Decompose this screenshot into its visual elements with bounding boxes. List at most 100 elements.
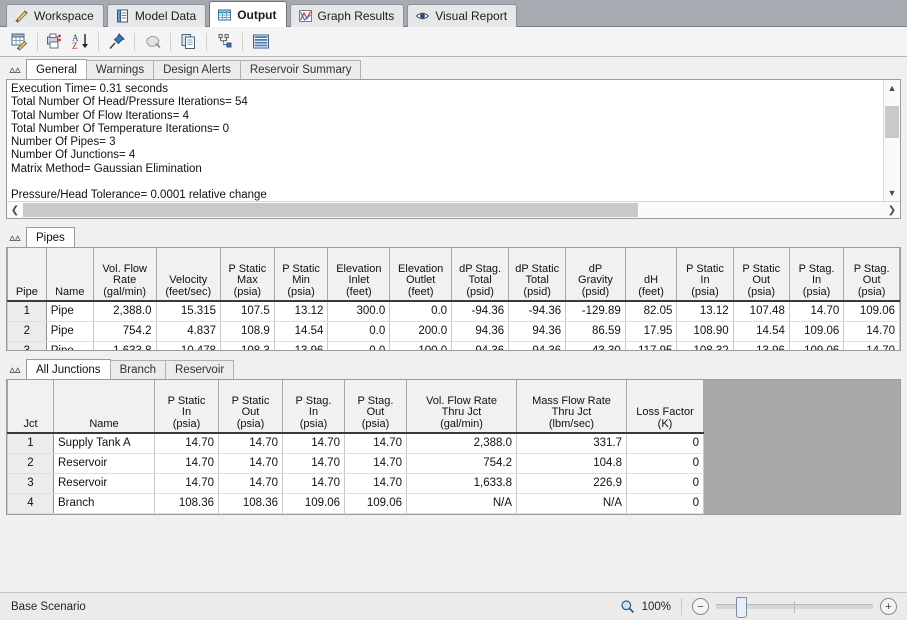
table-cell[interactable]: 94.36 bbox=[452, 322, 509, 342]
pipes-col-header[interactable]: dP Stag.Total(psid) bbox=[452, 248, 509, 301]
table-cell[interactable]: 14.54 bbox=[733, 322, 789, 342]
pipes-col-header[interactable]: P StaticMin(psia) bbox=[274, 248, 328, 301]
table-cell[interactable]: 43.30 bbox=[566, 342, 626, 352]
pipes-table[interactable]: PipeNameVol. FlowRate(gal/min)Velocity(f… bbox=[7, 248, 900, 351]
table-cell[interactable]: 109.06 bbox=[283, 494, 345, 514]
tab-output[interactable]: Output bbox=[209, 1, 286, 27]
panel-tab-pipes[interactable]: Pipes bbox=[26, 227, 75, 247]
table-cell[interactable]: 1,633.8 bbox=[93, 342, 156, 352]
panel-tab-reservoir[interactable]: Reservoir bbox=[165, 360, 234, 379]
scroll-thumb[interactable] bbox=[23, 203, 638, 217]
table-cell[interactable]: 109.06 bbox=[789, 342, 843, 352]
table-cell[interactable]: 10.478 bbox=[156, 342, 221, 352]
pipes-col-header[interactable]: Name bbox=[46, 248, 93, 301]
scroll-left-icon[interactable]: ❮ bbox=[7, 205, 23, 216]
sort-az-icon[interactable]: AZ bbox=[68, 30, 93, 54]
table-cell[interactable]: Branch bbox=[54, 494, 155, 514]
edit-table-icon[interactable] bbox=[7, 30, 32, 54]
table-cell[interactable]: 108.3 bbox=[221, 342, 275, 352]
table-cell[interactable]: 14.70 bbox=[219, 474, 283, 494]
general-vertical-scrollbar[interactable]: ▲ ▼ bbox=[883, 80, 900, 201]
scroll-down-icon[interactable]: ▼ bbox=[884, 185, 900, 201]
table-cell[interactable]: N/A bbox=[407, 494, 517, 514]
junctions-table-container[interactable]: JctNameP StaticIn(psia)P StaticOut(psia)… bbox=[6, 379, 901, 515]
table-cell[interactable]: 14.70 bbox=[844, 342, 900, 352]
panel-tab-all-junctions[interactable]: All Junctions bbox=[26, 359, 111, 379]
table-cell[interactable]: 94.36 bbox=[509, 322, 566, 342]
report-lines-icon[interactable] bbox=[248, 30, 273, 54]
table-cell[interactable]: 14.70 bbox=[844, 322, 900, 342]
table-cell[interactable]: 108.36 bbox=[155, 494, 219, 514]
scroll-track[interactable] bbox=[884, 96, 900, 185]
table-cell[interactable]: 0.0 bbox=[328, 342, 390, 352]
magnifier-icon[interactable] bbox=[620, 599, 635, 614]
table-cell[interactable]: 2,388.0 bbox=[407, 433, 517, 454]
table-cell[interactable]: 17.95 bbox=[625, 322, 677, 342]
table-cell[interactable]: 86.59 bbox=[566, 322, 626, 342]
table-row[interactable]: 2Reservoir14.7014.7014.7014.70754.2104.8… bbox=[8, 454, 704, 474]
pipes-col-header[interactable]: P Stag.In(psia) bbox=[789, 248, 843, 301]
table-cell[interactable]: 0 bbox=[627, 433, 704, 454]
scroll-right-icon[interactable]: ❯ bbox=[884, 205, 900, 216]
table-row[interactable]: 3Reservoir14.7014.7014.7014.701,633.8226… bbox=[8, 474, 704, 494]
table-cell[interactable]: 107.48 bbox=[733, 301, 789, 322]
table-cell[interactable]: 14.70 bbox=[345, 433, 407, 454]
pipes-col-header[interactable]: P StaticMax(psia) bbox=[221, 248, 275, 301]
table-cell[interactable]: 0 bbox=[627, 454, 704, 474]
table-cell[interactable]: -94.36 bbox=[452, 301, 509, 322]
tab-workspace[interactable]: Workspace bbox=[6, 4, 104, 27]
table-cell[interactable]: 108.36 bbox=[219, 494, 283, 514]
table-cell[interactable]: 14.70 bbox=[345, 474, 407, 494]
table-cell[interactable]: 109.06 bbox=[345, 494, 407, 514]
row-index[interactable]: 1 bbox=[8, 301, 47, 322]
pipes-col-header[interactable]: P StaticIn(psia) bbox=[677, 248, 733, 301]
panel-tab-general[interactable]: General bbox=[26, 59, 87, 79]
table-cell[interactable]: 15.315 bbox=[156, 301, 221, 322]
table-cell[interactable]: 14.70 bbox=[283, 474, 345, 494]
transfer-results-icon[interactable] bbox=[140, 30, 165, 54]
table-cell[interactable]: 14.70 bbox=[345, 454, 407, 474]
table-cell[interactable]: 109.06 bbox=[844, 301, 900, 322]
zoom-slider[interactable] bbox=[716, 604, 873, 609]
pipes-col-header[interactable]: dH(feet) bbox=[625, 248, 677, 301]
pin-icon[interactable] bbox=[104, 30, 129, 54]
pipes-col-header[interactable]: Pipe bbox=[8, 248, 47, 301]
pipes-col-header[interactable]: Vol. FlowRate(gal/min) bbox=[93, 248, 156, 301]
zoom-in-button[interactable]: + bbox=[880, 598, 897, 615]
pipes-col-header[interactable]: P StaticOut(psia) bbox=[733, 248, 789, 301]
table-cell[interactable]: 0.0 bbox=[328, 322, 390, 342]
table-cell[interactable]: -94.36 bbox=[509, 301, 566, 322]
panel-tab-reservoir-summary[interactable]: Reservoir Summary bbox=[240, 60, 362, 79]
tab-graph-results[interactable]: Graph Results bbox=[290, 4, 405, 27]
table-cell[interactable]: 94.36 bbox=[452, 342, 509, 352]
row-index[interactable]: 2 bbox=[8, 454, 54, 474]
table-cell[interactable]: 14.70 bbox=[155, 474, 219, 494]
table-cell[interactable]: 1,633.8 bbox=[407, 474, 517, 494]
table-row[interactable]: 2Pipe754.24.837108.914.540.0200.094.3694… bbox=[8, 322, 900, 342]
collapse-general-icon[interactable]: ▵▵ bbox=[4, 59, 26, 79]
panel-tab-warnings[interactable]: Warnings bbox=[86, 60, 154, 79]
collapse-pipes-icon[interactable]: ▵▵ bbox=[4, 227, 26, 247]
tab-model-data[interactable]: Model Data bbox=[107, 4, 206, 27]
table-row[interactable]: 3Pipe1,633.810.478108.313.960.0100.094.3… bbox=[8, 342, 900, 352]
table-cell[interactable]: 14.70 bbox=[155, 433, 219, 454]
junctions-col-header[interactable]: Mass Flow RateThru Jct(lbm/sec) bbox=[517, 380, 627, 433]
table-cell[interactable]: 331.7 bbox=[517, 433, 627, 454]
row-index[interactable]: 1 bbox=[8, 433, 54, 454]
zoom-slider-thumb[interactable] bbox=[736, 597, 747, 618]
junctions-col-header[interactable]: P Stag.In(psia) bbox=[283, 380, 345, 433]
table-cell[interactable]: 4.837 bbox=[156, 322, 221, 342]
table-cell[interactable]: 14.70 bbox=[789, 301, 843, 322]
collapse-junctions-icon[interactable]: ▵▵ bbox=[4, 359, 26, 379]
table-cell[interactable]: 0.0 bbox=[390, 301, 452, 322]
table-cell[interactable]: 117.95 bbox=[625, 342, 677, 352]
table-cell[interactable]: 109.06 bbox=[789, 322, 843, 342]
table-cell[interactable]: 108.9 bbox=[221, 322, 275, 342]
junctions-table[interactable]: JctNameP StaticIn(psia)P StaticOut(psia)… bbox=[7, 380, 704, 514]
pipes-col-header[interactable]: Velocity(feet/sec) bbox=[156, 248, 221, 301]
table-cell[interactable]: 13.12 bbox=[274, 301, 328, 322]
table-cell[interactable]: 200.0 bbox=[390, 322, 452, 342]
row-index[interactable]: 3 bbox=[8, 474, 54, 494]
print-preview-icon[interactable] bbox=[43, 30, 68, 54]
zoom-out-button[interactable]: − bbox=[692, 598, 709, 615]
